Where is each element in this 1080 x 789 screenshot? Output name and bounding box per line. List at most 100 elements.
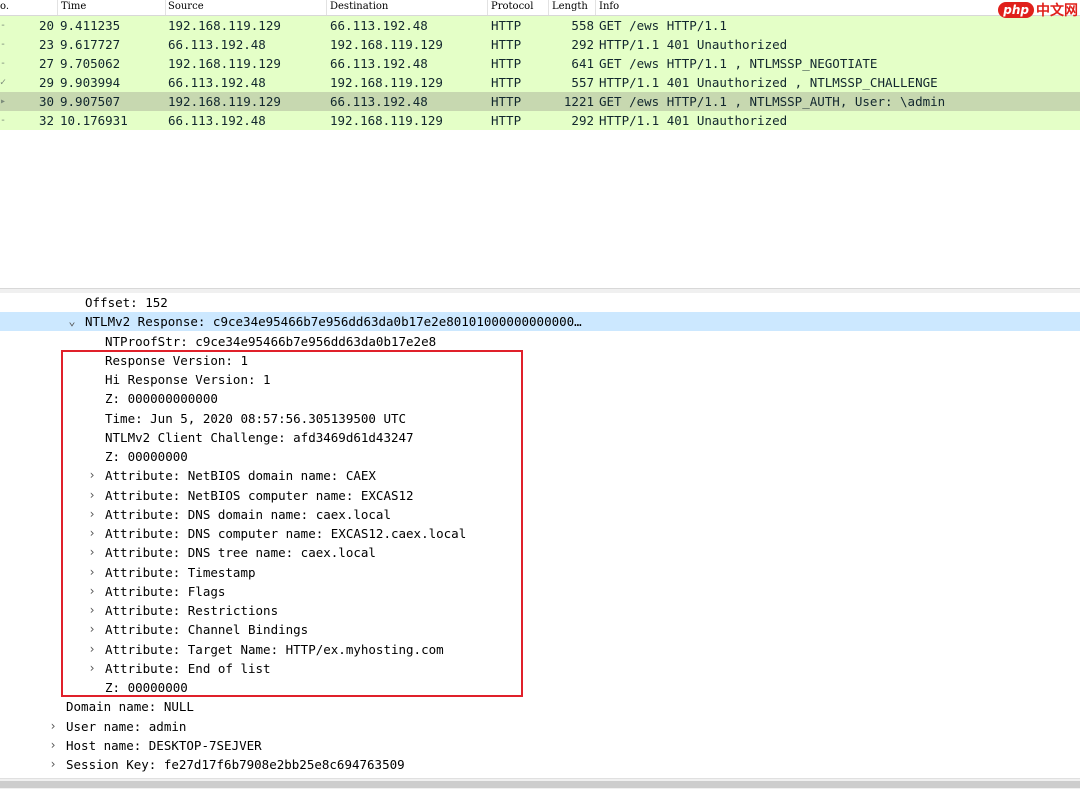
detail-row[interactable]: › Attribute: Timestamp <box>0 563 1080 582</box>
chevron-right-icon[interactable]: › <box>86 486 98 505</box>
column-header-time[interactable]: Time <box>61 1 86 12</box>
detail-row[interactable]: Hi Response Version: 1 <box>0 370 1080 389</box>
chevron-right-icon[interactable]: › <box>47 755 59 774</box>
packet-protocol: HTTP <box>491 113 522 128</box>
detail-row-text: User name: admin <box>66 719 187 734</box>
column-header-length[interactable]: Length <box>552 1 588 12</box>
detail-row[interactable]: Response Version: 1 <box>0 351 1080 370</box>
packet-info: HTTP/1.1 401 Unauthorized , NTLMSSP_CHAL… <box>599 75 938 90</box>
packet-time: 9.907507 <box>60 94 121 109</box>
packet-row[interactable]: - 20 9.411235 192.168.119.129 66.113.192.48 H… <box>0 16 1080 35</box>
watermark: php 中文网 <box>998 0 1078 20</box>
chevron-right-icon[interactable]: › <box>86 601 98 620</box>
detail-row[interactable]: Domain name: NULL <box>0 697 1080 716</box>
packet-source: 66.113.192.48 <box>168 113 266 128</box>
detail-row[interactable]: › Attribute: Channel Bindings <box>0 620 1080 639</box>
packet-no: 29 <box>38 75 54 90</box>
detail-row-text: Response Version: 1 <box>105 353 248 368</box>
detail-row[interactable]: ⌄ NTLMv2 Response: c9ce34e95466b7e956dd63… <box>0 312 1080 331</box>
packet-source: 192.168.119.129 <box>168 56 281 71</box>
chevron-right-icon[interactable]: › <box>86 659 98 678</box>
packet-destination: 192.168.119.129 <box>330 75 443 90</box>
packet-time: 9.411235 <box>60 18 121 33</box>
detail-row-text: Attribute: Channel Bindings <box>105 622 309 637</box>
packet-time: 9.903994 <box>60 75 121 90</box>
column-header-destination[interactable]: Destination <box>330 1 388 12</box>
packet-info: HTTP/1.1 401 Unauthorized <box>599 37 788 52</box>
packet-protocol: HTTP <box>491 75 522 90</box>
detail-row-text: Z: 00000000 <box>105 449 188 464</box>
packet-no: 23 <box>38 37 54 52</box>
packet-list-header: o. Time Source Destination Protocol Leng… <box>0 0 1080 16</box>
chevron-right-icon[interactable]: › <box>47 736 59 755</box>
chevron-right-icon[interactable]: › <box>86 640 98 659</box>
packet-protocol: HTTP <box>491 37 522 52</box>
chevron-right-icon[interactable]: › <box>86 543 98 562</box>
packet-row[interactable]: ✓ 29 9.903994 66.113.192.48 192.168.119.129 H… <box>0 73 1080 92</box>
detail-row[interactable]: › Attribute: End of list <box>0 659 1080 678</box>
packet-destination: 66.113.192.48 <box>330 56 428 71</box>
column-header-info[interactable]: Info <box>599 1 619 12</box>
detail-row-text: Z: 00000000 <box>105 680 188 695</box>
detail-row-text: Attribute: Flags <box>105 584 226 599</box>
chevron-right-icon[interactable]: › <box>86 582 98 601</box>
detail-row-text: NTLMv2 Client Challenge: afd3469d61d4324… <box>105 430 414 445</box>
column-header-no[interactable]: o. <box>0 1 9 12</box>
packet-destination: 192.168.119.129 <box>330 37 443 52</box>
chevron-right-icon[interactable]: › <box>86 466 98 485</box>
packet-destination: 66.113.192.48 <box>330 94 428 109</box>
detail-row-text: Attribute: DNS tree name: caex.local <box>105 545 376 560</box>
packet-row[interactable]: - 32 10.176931 66.113.192.48 192.168.119.129… <box>0 111 1080 130</box>
detail-row[interactable]: NTLMv2 Client Challenge: afd3469d61d4324… <box>0 428 1080 447</box>
detail-row-text: Z: 000000000000 <box>105 391 218 406</box>
detail-row[interactable]: › Attribute: DNS tree name: caex.local <box>0 543 1080 562</box>
detail-row[interactable]: › Attribute: Flags <box>0 582 1080 601</box>
detail-row[interactable]: Z: 000000000000 <box>0 389 1080 408</box>
packet-protocol: HTTP <box>491 56 522 71</box>
detail-row[interactable]: Z: 00000000 <box>0 678 1080 697</box>
detail-row-text: Attribute: NetBIOS computer name: EXCAS1… <box>105 488 414 503</box>
detail-row-text: Attribute: End of list <box>105 661 271 676</box>
packet-source: 66.113.192.48 <box>168 37 266 52</box>
detail-row-text: Attribute: DNS computer name: EXCAS12.ca… <box>105 526 467 541</box>
detail-row[interactable]: NTProofStr: c9ce34e95466b7e956dd63da0b17… <box>0 332 1080 351</box>
scrollbar-thumb[interactable] <box>0 781 1080 788</box>
packet-details-pane: Offset: 152 ⌄ NTLMv2 Response: c9ce34e9546… <box>0 293 1080 776</box>
column-header-source[interactable]: Source <box>168 1 204 12</box>
detail-row-text: Host name: DESKTOP-7SEJVER <box>66 738 262 753</box>
detail-row[interactable]: › Attribute: DNS computer name: EXCAS12.c… <box>0 524 1080 543</box>
packet-marker: ✓ <box>0 77 7 88</box>
packet-row[interactable]: - 27 9.705062 192.168.119.129 66.113.192.48 H… <box>0 54 1080 73</box>
detail-row-text: Hi Response Version: 1 <box>105 372 271 387</box>
detail-row[interactable]: Z: 00000000 <box>0 447 1080 466</box>
detail-row[interactable]: › Attribute: NetBIOS domain name: CAEX <box>0 466 1080 485</box>
column-header-protocol[interactable]: Protocol <box>491 1 533 12</box>
detail-row[interactable]: › Attribute: Target Name: HTTP/ex.myhosti… <box>0 640 1080 659</box>
detail-row[interactable]: › Attribute: NetBIOS computer name: EXCAS… <box>0 486 1080 505</box>
detail-row[interactable]: › Attribute: Restrictions <box>0 601 1080 620</box>
chevron-down-icon[interactable]: ⌄ <box>66 312 78 331</box>
detail-row[interactable]: Offset: 152 <box>0 293 1080 312</box>
detail-row[interactable]: › Host name: DESKTOP-7SEJVER <box>0 736 1080 755</box>
detail-row-text: Attribute: Restrictions <box>105 603 279 618</box>
chevron-right-icon[interactable]: › <box>47 717 59 736</box>
detail-row-text: Attribute: DNS domain name: caex.local <box>105 507 391 522</box>
chevron-right-icon[interactable]: › <box>86 505 98 524</box>
chevron-right-icon[interactable]: › <box>86 563 98 582</box>
packet-row[interactable]: - 23 9.617727 66.113.192.48 192.168.119.129 H… <box>0 35 1080 54</box>
packet-row[interactable]: ▸ 30 9.907507 192.168.119.129 66.113.192.48 H… <box>0 92 1080 111</box>
detail-row[interactable]: › Session Key: fe27d17f6b7908e2bb25e8c694… <box>0 755 1080 774</box>
horizontal-scrollbar[interactable] <box>0 778 1080 789</box>
packet-time: 9.705062 <box>60 56 121 71</box>
chevron-right-icon[interactable]: › <box>86 620 98 639</box>
detail-row[interactable]: Time: Jun 5, 2020 08:57:56.305139500 UTC <box>0 409 1080 428</box>
detail-row[interactable]: › User name: admin <box>0 717 1080 736</box>
packet-no: 27 <box>38 56 54 71</box>
packet-destination: 192.168.119.129 <box>330 113 443 128</box>
detail-row[interactable]: › Attribute: DNS domain name: caex.local <box>0 505 1080 524</box>
detail-row-text: NTProofStr: c9ce34e95466b7e956dd63da0b17… <box>105 334 437 349</box>
chevron-right-icon[interactable]: › <box>86 524 98 543</box>
packet-protocol: HTTP <box>491 18 522 33</box>
packet-time: 9.617727 <box>60 37 121 52</box>
packet-length: 1221 <box>563 94 594 109</box>
